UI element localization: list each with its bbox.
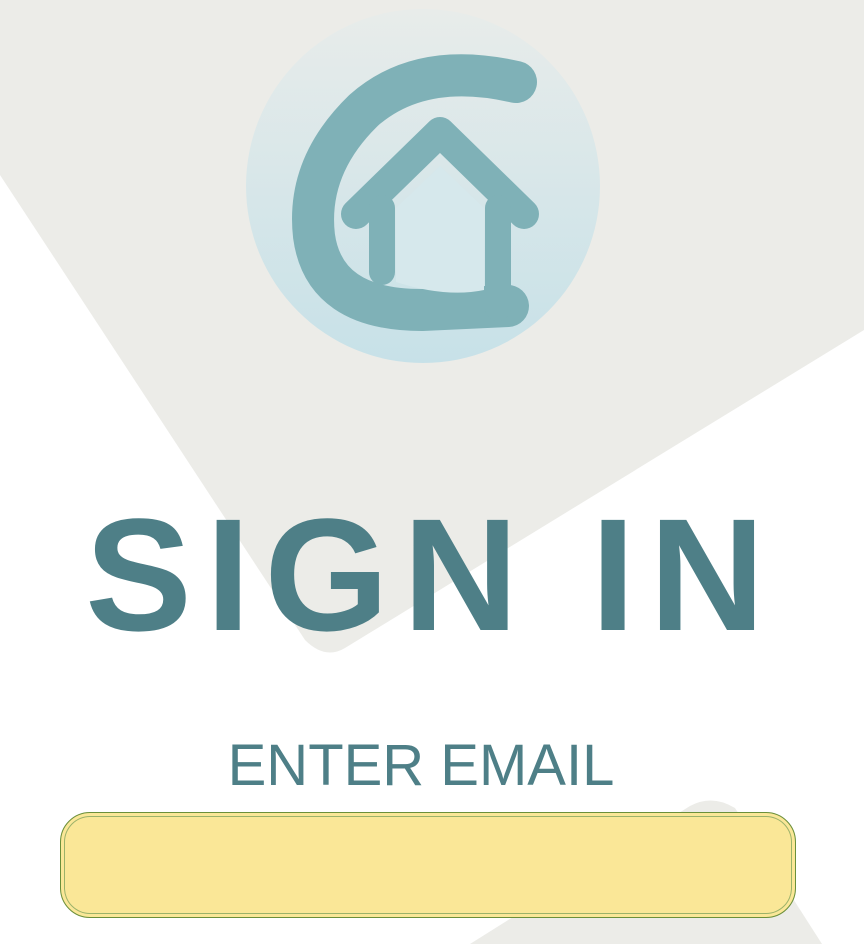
sign-in-screen: SIGN IN ENTER EMAIL — [0, 0, 864, 944]
page-title: SIGN IN — [85, 485, 779, 664]
email-label: ENTER EMAIL — [227, 733, 615, 798]
home-logo-icon — [246, 9, 600, 363]
email-field[interactable] — [60, 812, 796, 918]
home-logo — [246, 8, 600, 364]
